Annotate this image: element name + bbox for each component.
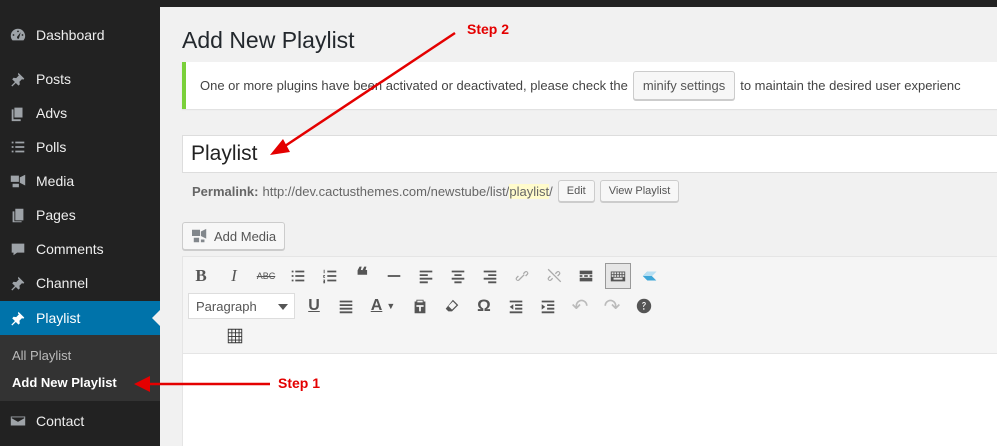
permalink-label: Permalink: (192, 183, 259, 199)
pin-icon (0, 70, 36, 88)
sidebar-item-label: Comments (36, 241, 104, 257)
paste-as-text-button[interactable] (407, 293, 433, 319)
paragraph-format-select[interactable]: Paragraph (188, 293, 295, 319)
page-title: Add New Playlist (182, 27, 355, 53)
sidebar-item-media[interactable]: Media (0, 164, 160, 198)
submenu-item-all-playlist[interactable]: All Playlist (12, 348, 71, 363)
view-playlist-button[interactable]: View Playlist (599, 180, 680, 202)
submenu-item-add-new-playlist[interactable]: Add New Playlist (12, 375, 117, 390)
media-icon (192, 228, 207, 243)
editor-toolbar: B I ABC ❝ Paragraph U A ▼ Ω ↶ ↷ (183, 257, 997, 354)
sidebar-item-label: Contact (36, 413, 85, 429)
sidebar-item-dashboard[interactable]: Dashboard (0, 18, 160, 52)
media-icon (0, 172, 36, 190)
indent-button[interactable] (535, 293, 561, 319)
notice-text: One or more plugins have been activated … (200, 78, 628, 93)
horizontal-rule-button[interactable] (381, 263, 407, 289)
text-color-icon: A (370, 297, 383, 314)
sidebar-item-label: Dashboard (36, 27, 105, 43)
pin-icon (0, 309, 36, 327)
clear-formatting-button[interactable] (439, 293, 465, 319)
add-media-button[interactable]: Add Media (182, 222, 286, 250)
caret-down-icon: ▼ (386, 301, 396, 311)
chevron-down-icon (278, 304, 288, 310)
sidebar-item-polls[interactable]: Polls (0, 130, 160, 164)
pages-icon (0, 206, 36, 224)
link-icon[interactable] (509, 263, 535, 289)
plugin-notice: One or more plugins have been activated … (182, 62, 997, 109)
sidebar-item-label: Posts (36, 71, 72, 87)
playlist-submenu: All Playlist Add New Playlist (0, 335, 160, 401)
copy-icon (0, 104, 36, 122)
notice-text-after: to maintain the desired user experienc (740, 78, 961, 93)
add-media-label: Add Media (214, 228, 277, 244)
sidebar-item-posts[interactable]: Posts (0, 62, 160, 96)
blockquote-button[interactable]: ❝ (349, 263, 375, 289)
pin-icon (0, 274, 36, 292)
italic-button[interactable]: I (221, 263, 247, 289)
sidebar-item-contact[interactable]: Contact (0, 404, 160, 438)
sidebar-item-channel[interactable]: Channel (0, 266, 160, 300)
admin-sidebar: Dashboard Posts Advs Polls Media Pages C… (0, 0, 160, 446)
permalink: Permalink: http://dev.cactusthemes.com/n… (192, 180, 680, 202)
toolbar-toggle-button[interactable] (605, 263, 631, 289)
align-center-button[interactable] (445, 263, 471, 289)
sidebar-item-label: Polls (36, 139, 67, 155)
dashboard-icon (0, 26, 36, 44)
strikethrough-button[interactable]: ABC (253, 263, 279, 289)
sidebar-item-label: Advs (36, 105, 68, 121)
sidebar-item-label: Pages (36, 207, 76, 223)
sidebar-item-label: Playlist (36, 310, 81, 326)
sidebar-item-pages[interactable]: Pages (0, 198, 160, 232)
special-character-button[interactable]: Ω (471, 293, 497, 319)
admin-top-bar (160, 0, 997, 7)
minify-settings-button[interactable]: minify settings (632, 71, 736, 100)
sidebar-item-label: Channel (36, 275, 89, 291)
content-editor: B I ABC ❝ Paragraph U A ▼ Ω ↶ ↷ (182, 256, 997, 446)
edit-permalink-button[interactable]: Edit (557, 180, 595, 202)
comment-icon (0, 240, 36, 258)
step2-label: Step 2 (467, 21, 510, 37)
step1-label: Step 1 (278, 375, 321, 391)
bulleted-list-button[interactable] (285, 263, 311, 289)
outdent-button[interactable] (503, 293, 529, 319)
shortcode-icon[interactable] (637, 263, 663, 289)
numbered-list-button[interactable] (317, 263, 343, 289)
sidebar-item-label: Media (36, 173, 75, 189)
text-color-button[interactable]: A ▼ (365, 293, 401, 319)
list-icon (0, 138, 36, 156)
read-more-button[interactable] (573, 263, 599, 289)
justify-button[interactable] (333, 293, 359, 319)
format-select-value: Paragraph (196, 298, 257, 314)
table-icon[interactable] (222, 323, 248, 349)
undo-icon[interactable]: ↶ (567, 293, 593, 319)
redo-icon[interactable]: ↷ (599, 293, 625, 319)
align-left-button[interactable] (413, 263, 439, 289)
underline-button[interactable]: U (301, 293, 327, 319)
bold-button[interactable]: B (188, 263, 214, 289)
permalink-slug[interactable]: playlist (509, 183, 550, 199)
sidebar-item-playlist[interactable]: Playlist (0, 301, 160, 335)
sidebar-item-comments[interactable]: Comments (0, 232, 160, 266)
mail-icon (0, 412, 36, 430)
unlink-icon[interactable] (541, 263, 567, 289)
permalink-trailing: / (549, 183, 553, 199)
permalink-base-url: http://dev.cactusthemes.com/newstube/lis… (262, 183, 510, 199)
sidebar-item-advs[interactable]: Advs (0, 96, 160, 130)
post-title-input[interactable] (182, 135, 997, 173)
align-right-button[interactable] (477, 263, 503, 289)
help-icon[interactable] (631, 293, 657, 319)
